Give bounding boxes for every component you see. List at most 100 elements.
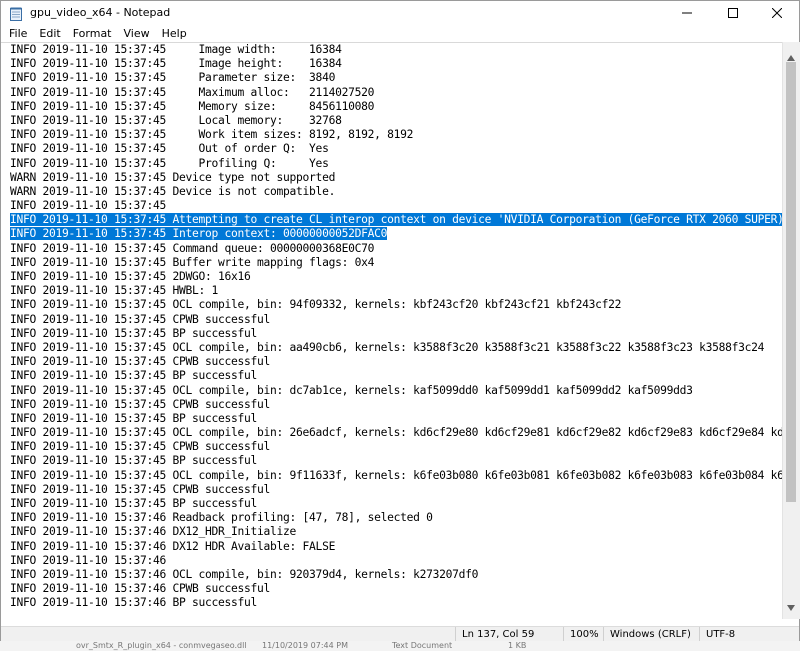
menu-bar: File Edit Format View Help xyxy=(1,25,799,43)
text-line: INFO 2019-11-10 15:37:46 OCL compile, bi… xyxy=(10,568,782,582)
line-text: WARN 2019-11-10 15:37:45 Device type not… xyxy=(10,170,336,184)
line-text: INFO 2019-11-10 15:37:45 CPWB successful xyxy=(10,355,271,369)
maximize-icon xyxy=(728,8,738,18)
menu-view[interactable]: View xyxy=(118,25,156,43)
bg-file-name: ovr_Smtx_R_plugin_x64 - conmvegaseo.dll xyxy=(76,641,247,650)
text-line: INFO 2019-11-10 15:37:45 OCL compile, bi… xyxy=(10,298,782,312)
text-line: INFO 2019-11-10 15:37:45 Profiling Q: Ye… xyxy=(10,157,782,171)
text-line: INFO 2019-11-10 15:37:46 CPWB successful xyxy=(10,582,782,596)
menu-edit[interactable]: Edit xyxy=(33,25,66,43)
line-text: INFO 2019-11-10 15:37:45 BP successful xyxy=(10,411,258,425)
notepad-icon xyxy=(10,6,22,21)
arrow-down-icon[interactable] xyxy=(787,596,795,615)
text-editor[interactable]: INFO 2019-11-10 15:37:45 Image width: 16… xyxy=(1,42,782,620)
line-text: INFO 2019-11-10 15:37:45 Command queue: … xyxy=(10,241,375,255)
line-text: INFO 2019-11-10 15:37:45 Parameter size:… xyxy=(10,71,336,85)
bg-file-date: 11/10/2019 07:44 PM xyxy=(262,641,348,650)
line-text: INFO 2019-11-10 15:37:46 DX12 HDR Availa… xyxy=(10,539,336,553)
selected-text: INFO 2019-11-10 15:37:45 Interop context… xyxy=(10,227,388,241)
line-text: INFO 2019-11-10 15:37:45 BP successful xyxy=(10,326,258,340)
text-line: INFO 2019-11-10 15:37:45 CPWB successful xyxy=(10,440,782,454)
line-text: INFO 2019-11-10 15:37:45 Memory size: 84… xyxy=(10,99,375,113)
minimize-icon xyxy=(682,12,692,14)
line-text: INFO 2019-11-10 15:37:46 BP successful xyxy=(10,596,258,610)
text-lines: INFO 2019-11-10 15:37:45 Image width: 16… xyxy=(10,43,782,611)
menu-file[interactable]: File xyxy=(1,25,33,43)
text-line: WARN 2019-11-10 15:37:45 Device type not… xyxy=(10,171,782,185)
text-line: INFO 2019-11-10 15:37:46 DX12 HDR Availa… xyxy=(10,540,782,554)
line-text: INFO 2019-11-10 15:37:45 CPWB successful xyxy=(10,312,271,326)
line-text: INFO 2019-11-10 15:37:46 xyxy=(10,553,167,567)
text-line: INFO 2019-11-10 15:37:45 Memory size: 84… xyxy=(10,100,782,114)
line-text: INFO 2019-11-10 15:37:45 OCL compile, bi… xyxy=(10,468,782,482)
text-line: INFO 2019-11-10 15:37:45 xyxy=(10,199,782,213)
text-line: INFO 2019-11-10 15:37:45 Image height: 1… xyxy=(10,57,782,71)
line-text: INFO 2019-11-10 15:37:46 CPWB successful xyxy=(10,582,271,596)
text-line: INFO 2019-11-10 15:37:45 BP successful xyxy=(10,327,782,341)
text-line: INFO 2019-11-10 15:37:45 CPWB successful xyxy=(10,313,782,327)
line-text: INFO 2019-11-10 15:37:45 BP successful xyxy=(10,497,258,510)
text-line: INFO 2019-11-10 15:37:45 2DWGO: 16x16 xyxy=(10,270,782,284)
text-line: INFO 2019-11-10 15:37:46 DX12_HDR_Initia… xyxy=(10,525,782,539)
text-line: INFO 2019-11-10 15:37:45 Work item sizes… xyxy=(10,128,782,142)
text-line: INFO 2019-11-10 15:37:45 BP successful xyxy=(10,454,782,468)
close-icon xyxy=(772,8,782,18)
line-text: INFO 2019-11-10 15:37:46 DX12_HDR_Initia… xyxy=(10,525,297,539)
line-text: INFO 2019-11-10 15:37:45 Out of order Q:… xyxy=(10,142,329,156)
line-text: INFO 2019-11-10 15:37:45 OCL compile, bi… xyxy=(10,426,782,440)
line-text: INFO 2019-11-10 15:37:46 Readback profil… xyxy=(10,511,433,525)
line-text: INFO 2019-11-10 15:37:45 Local memory: 3… xyxy=(10,113,342,127)
maximize-button[interactable] xyxy=(711,1,755,25)
line-text: INFO 2019-11-10 15:37:45 CPWB successful xyxy=(10,482,271,496)
text-line: INFO 2019-11-10 15:37:46 Readback profil… xyxy=(10,511,782,525)
window-title: gpu_video_x64 - Notepad xyxy=(30,6,171,19)
text-line: INFO 2019-11-10 15:37:45 HWBL: 1 xyxy=(10,284,782,298)
text-line: INFO 2019-11-10 15:37:45 Image width: 16… xyxy=(10,43,782,57)
text-line: INFO 2019-11-10 15:37:45 Local memory: 3… xyxy=(10,114,782,128)
text-line: INFO 2019-11-10 15:37:45 BP successful xyxy=(10,412,782,426)
line-text: INFO 2019-11-10 15:37:45 OCL compile, bi… xyxy=(10,340,765,354)
line-text: INFO 2019-11-10 15:37:45 CPWB successful xyxy=(10,397,271,411)
text-line: WARN 2019-11-10 15:37:45 Device is not c… xyxy=(10,185,782,199)
line-text: INFO 2019-11-10 15:37:45 Buffer write ma… xyxy=(10,255,375,269)
line-text: INFO 2019-11-10 15:37:45 BP successful xyxy=(10,454,258,468)
line-text: INFO 2019-11-10 15:37:45 BP successful xyxy=(10,369,258,383)
menu-format[interactable]: Format xyxy=(67,25,118,43)
text-line: INFO 2019-11-10 15:37:45 Out of order Q:… xyxy=(10,142,782,156)
close-button[interactable] xyxy=(755,1,799,25)
line-text: INFO 2019-11-10 15:37:45 HWBL: 1 xyxy=(10,284,219,298)
line-text: INFO 2019-11-10 15:37:45 Maximum alloc: … xyxy=(10,85,375,99)
minimize-button[interactable] xyxy=(665,1,709,25)
line-text: INFO 2019-11-10 15:37:45 Profiling Q: Ye… xyxy=(10,156,329,170)
text-line: INFO 2019-11-10 15:37:45 CPWB successful xyxy=(10,355,782,369)
text-line: INFO 2019-11-10 15:37:45 CPWB successful xyxy=(10,398,782,412)
selected-text: INFO 2019-11-10 15:37:45 Attempting to c… xyxy=(10,213,782,227)
vertical-scrollbar[interactable] xyxy=(782,42,800,619)
text-line: INFO 2019-11-10 15:37:45 BP successful xyxy=(10,497,782,511)
line-text: INFO 2019-11-10 15:37:45 Work item sizes… xyxy=(10,128,414,142)
text-line: INFO 2019-11-10 15:37:45 OCL compile, bi… xyxy=(10,341,782,355)
text-line: INFO 2019-11-10 15:37:46 xyxy=(10,554,782,568)
text-line: INFO 2019-11-10 15:37:45 CPWB successful xyxy=(10,483,782,497)
line-text: INFO 2019-11-10 15:37:45 2DWGO: 16x16 xyxy=(10,270,251,283)
text-line: INFO 2019-11-10 15:37:45 Attempting to c… xyxy=(10,213,782,227)
scroll-thumb[interactable] xyxy=(786,62,796,502)
title-bar[interactable]: gpu_video_x64 - Notepad xyxy=(1,1,799,25)
line-text: INFO 2019-11-10 15:37:45 Image width: 16… xyxy=(10,43,342,56)
text-line: INFO 2019-11-10 15:37:45 Command queue: … xyxy=(10,242,782,256)
notepad-window: gpu_video_x64 - Notepad File Edit Format… xyxy=(0,0,800,643)
line-text: INFO 2019-11-10 15:37:45 OCL compile, bi… xyxy=(10,383,693,397)
line-text: INFO 2019-11-10 15:37:45 xyxy=(10,199,167,213)
text-line: INFO 2019-11-10 15:37:45 OCL compile, bi… xyxy=(10,469,782,483)
line-text: INFO 2019-11-10 15:37:45 OCL compile, bi… xyxy=(10,298,622,312)
line-text: WARN 2019-11-10 15:37:45 Device is not c… xyxy=(10,184,336,198)
text-line: INFO 2019-11-10 15:37:45 OCL compile, bi… xyxy=(10,384,782,398)
text-line: INFO 2019-11-10 15:37:45 Parameter size:… xyxy=(10,71,782,85)
text-line: INFO 2019-11-10 15:37:45 Interop context… xyxy=(10,227,782,241)
text-line: INFO 2019-11-10 15:37:45 Buffer write ma… xyxy=(10,256,782,270)
text-line: INFO 2019-11-10 15:37:45 Maximum alloc: … xyxy=(10,86,782,100)
bg-file-type: Text Document xyxy=(392,641,453,650)
line-text: INFO 2019-11-10 15:37:46 OCL compile, bi… xyxy=(10,567,479,581)
menu-help[interactable]: Help xyxy=(156,25,193,43)
text-line: INFO 2019-11-10 15:37:45 OCL compile, bi… xyxy=(10,426,782,440)
